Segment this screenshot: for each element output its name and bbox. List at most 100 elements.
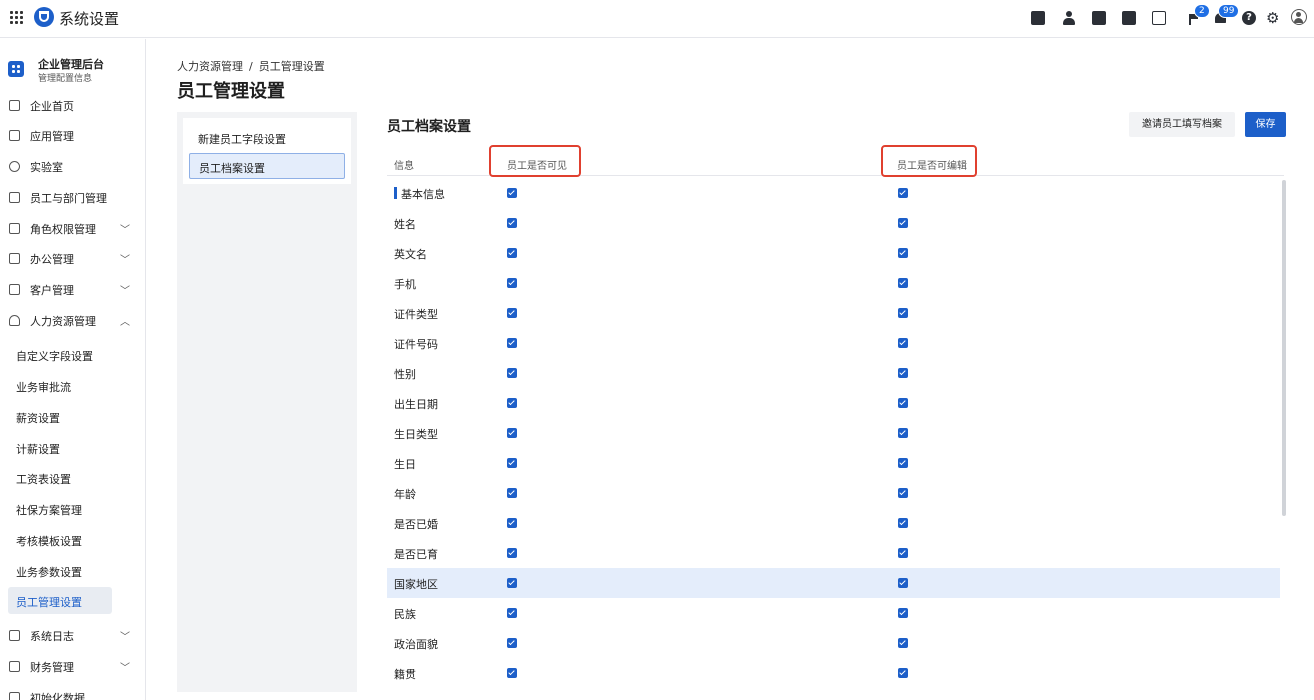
editable-checkbox[interactable] [898, 638, 908, 648]
editable-checkbox[interactable] [898, 248, 908, 258]
visible-checkbox[interactable] [507, 368, 517, 378]
editable-checkbox[interactable] [898, 308, 908, 318]
menu-item-profile-settings[interactable]: 员工档案设置 [189, 153, 345, 179]
gear-icon[interactable]: ⚙ [1266, 11, 1280, 26]
visible-checkbox[interactable] [507, 548, 517, 558]
sidebar-subitem-assessment[interactable]: 考核模板设置 [0, 526, 145, 554]
visible-checkbox[interactable] [507, 188, 517, 198]
editable-checkbox[interactable] [898, 668, 908, 678]
editable-checkbox[interactable] [898, 278, 908, 288]
table-row[interactable]: 民族 [387, 598, 1280, 628]
sidebar-item-finance[interactable]: 财务管理 ﹀ [0, 651, 145, 681]
table-row[interactable]: 生日 [387, 448, 1280, 478]
apps-grid-icon[interactable] [10, 11, 23, 24]
editable-checkbox[interactable] [898, 608, 908, 618]
editable-checkbox[interactable] [898, 518, 908, 528]
table-row[interactable]: 生日类型 [387, 418, 1280, 448]
field-name: 是否已育 [394, 548, 438, 561]
avatar[interactable] [1291, 9, 1307, 25]
table-row[interactable]: 国家地区 [387, 568, 1280, 598]
table-row[interactable]: 英文名 [387, 238, 1280, 268]
visible-checkbox[interactable] [507, 278, 517, 288]
users-icon [9, 192, 20, 203]
sidebar-item-roles[interactable]: 角色权限管理 ﹀ [0, 213, 145, 243]
field-name: 年龄 [394, 488, 416, 501]
phone-icon[interactable] [1122, 11, 1136, 25]
visible-checkbox[interactable] [507, 488, 517, 498]
table-row[interactable]: 出生日期 [387, 388, 1280, 418]
editable-checkbox[interactable] [898, 338, 908, 348]
sidebar-subitem-social-security[interactable]: 社保方案管理 [0, 495, 145, 523]
editable-checkbox[interactable] [898, 398, 908, 408]
breadcrumb-hr[interactable]: 人力资源管理 [177, 60, 243, 73]
sidebar-item-init-data[interactable]: 初始化数据 [0, 682, 145, 700]
visible-checkbox[interactable] [507, 428, 517, 438]
sidebar-item-hr[interactable]: 人力资源管理 ︿ [0, 305, 145, 335]
editable-checkbox[interactable] [898, 428, 908, 438]
calendar-check-icon[interactable] [1031, 11, 1045, 25]
table-row[interactable]: 手机 [387, 268, 1280, 298]
office-icon [9, 253, 20, 264]
field-name: 手机 [394, 278, 416, 291]
table-scrollbar[interactable] [1282, 180, 1286, 516]
visible-checkbox[interactable] [507, 518, 517, 528]
sidebar-item-staff-dept[interactable]: 员工与部门管理 [0, 182, 145, 212]
table-row[interactable]: 年龄 [387, 478, 1280, 508]
table-row[interactable]: 是否已育 [387, 538, 1280, 568]
calendar-icon[interactable] [1152, 11, 1166, 25]
bell-icon[interactable]: 99 [1214, 4, 1240, 25]
table-row[interactable]: 证件号码 [387, 328, 1280, 358]
editable-checkbox[interactable] [898, 218, 908, 228]
table-row[interactable]: 证件类型 [387, 298, 1280, 328]
chevron-down-icon: ﹀ [120, 255, 130, 266]
table-row[interactable]: 性别 [387, 358, 1280, 388]
group-marker [394, 187, 397, 199]
sidebar-subitem-business-params[interactable]: 业务参数设置 [0, 557, 145, 585]
sidebar-item-home[interactable]: 企业首页 [0, 90, 145, 120]
sidebar-item-system-log[interactable]: 系统日志 ﹀ [0, 620, 145, 650]
editable-checkbox[interactable] [898, 188, 908, 198]
section-title: 员工档案设置 [387, 119, 471, 135]
table-row[interactable]: 姓名 [387, 208, 1280, 238]
editable-checkbox[interactable] [898, 368, 908, 378]
editable-checkbox[interactable] [898, 578, 908, 588]
sidebar-item-office[interactable]: 办公管理 ﹀ [0, 243, 145, 273]
sidebar-item-apps[interactable]: 应用管理 [0, 120, 145, 150]
sidebar-item-lab[interactable]: 实验室 [0, 151, 145, 181]
table-row[interactable]: 是否已婚 [387, 508, 1280, 538]
sidebar-item-customers[interactable]: 客户管理 ﹀ [0, 274, 145, 304]
editable-checkbox[interactable] [898, 548, 908, 558]
menu-item-new-field[interactable]: 新建员工字段设置 [198, 131, 286, 147]
table-row[interactable]: 政治面貌 [387, 628, 1280, 658]
save-button[interactable]: 保存 [1245, 112, 1286, 137]
visible-checkbox[interactable] [507, 668, 517, 678]
table-group-row[interactable]: 基本信息 [387, 178, 1280, 208]
sidebar-subitem-salary[interactable]: 薪资设置 [0, 403, 145, 431]
help-icon[interactable]: ? [1242, 11, 1256, 25]
enterprise-header[interactable]: 企业管理后台 管理配置信息 [0, 53, 145, 87]
visible-checkbox[interactable] [507, 638, 517, 648]
flag-badge: 2 [1194, 4, 1210, 18]
table-row[interactable]: 籍贯 [387, 658, 1280, 688]
visible-checkbox[interactable] [507, 308, 517, 318]
sidebar-subitem-approval-flow[interactable]: 业务审批流 [0, 372, 145, 400]
editable-checkbox[interactable] [898, 488, 908, 498]
flag-icon[interactable]: 2 [1187, 4, 1210, 25]
visible-checkbox[interactable] [507, 578, 517, 588]
visible-checkbox[interactable] [507, 218, 517, 228]
document-icon[interactable] [1092, 11, 1106, 25]
sidebar-subitem-payroll-calc[interactable]: 计薪设置 [0, 434, 145, 462]
breadcrumb: 人力资源管理 / 员工管理设置 [177, 58, 331, 74]
visible-checkbox[interactable] [507, 248, 517, 258]
sidebar-subitem-payslip[interactable]: 工资表设置 [0, 464, 145, 492]
visible-checkbox[interactable] [507, 338, 517, 348]
enterprise-title: 企业管理后台 [38, 58, 104, 71]
user-icon[interactable] [1062, 11, 1076, 25]
editable-checkbox[interactable] [898, 458, 908, 468]
visible-checkbox[interactable] [507, 458, 517, 468]
visible-checkbox[interactable] [507, 608, 517, 618]
sidebar-subitem-employee-settings[interactable]: 员工管理设置 [0, 587, 145, 615]
sidebar-subitem-custom-fields[interactable]: 自定义字段设置 [0, 341, 145, 369]
invite-button[interactable]: 邀请员工填写档案 [1129, 112, 1235, 137]
visible-checkbox[interactable] [507, 398, 517, 408]
